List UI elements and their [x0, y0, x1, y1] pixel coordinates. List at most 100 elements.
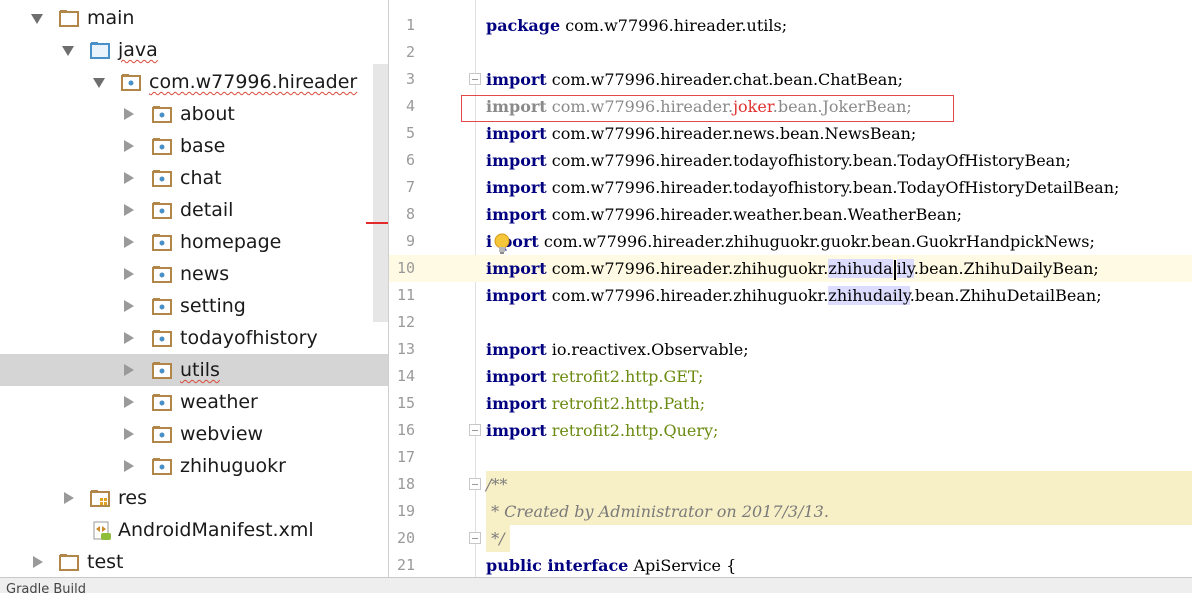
- fold-icon[interactable]: [469, 424, 481, 436]
- tree-node-label: setting: [180, 295, 246, 317]
- tree-node-utils[interactable]: utils: [0, 354, 388, 386]
- code-line-current[interactable]: 10 import com.w77996.hireader.zhihuguokr…: [389, 255, 1192, 282]
- fold-icon[interactable]: [469, 73, 481, 85]
- gradle-build-label[interactable]: Gradle Build: [6, 582, 86, 593]
- code-line[interactable]: 8 import com.w77996.hireader.weather.bea…: [389, 201, 1192, 228]
- chevron-right-icon[interactable]: [121, 386, 135, 418]
- chevron-right-icon[interactable]: [121, 226, 135, 258]
- tree-node-label: news: [180, 263, 230, 285]
- code-text: .bean.ZhihuDailyBean;: [913, 259, 1099, 278]
- code-line[interactable]: 15 import retrofit2.http.Path;: [389, 390, 1192, 417]
- tree-node-homepage[interactable]: homepage: [0, 226, 388, 258]
- package-icon: [152, 265, 172, 283]
- chevron-down-icon[interactable]: [61, 34, 75, 66]
- chevron-right-icon[interactable]: [121, 162, 135, 194]
- line-number: 5: [405, 124, 415, 142]
- code-text: com.w77996.hireader.news.bean.NewsBean;: [546, 124, 917, 143]
- keyword: public interface: [486, 556, 629, 575]
- tree-node-about[interactable]: about: [0, 98, 388, 130]
- package-icon: [152, 425, 172, 443]
- keyword: import: [486, 124, 547, 143]
- tree-scrollbar[interactable]: [373, 64, 388, 322]
- chevron-right-icon[interactable]: [121, 450, 135, 482]
- code-line[interactable]: 12: [389, 309, 1192, 336]
- line-number: 1: [405, 16, 415, 34]
- chevron-right-icon[interactable]: [121, 98, 135, 130]
- code-line[interactable]: 5 import com.w77996.hireader.news.bean.N…: [389, 120, 1192, 147]
- line-number: 2: [405, 43, 415, 61]
- keyword: i: [486, 232, 493, 251]
- code-line[interactable]: 17: [389, 444, 1192, 471]
- tree-node-main[interactable]: main: [0, 2, 388, 34]
- manifest-file-icon: [92, 521, 112, 540]
- tree-node-base[interactable]: base: [0, 130, 388, 162]
- tree-node-news[interactable]: news: [0, 258, 388, 290]
- code-line[interactable]: 18 /**: [389, 471, 1192, 498]
- chevron-right-icon[interactable]: [121, 354, 135, 386]
- code-text: retrofit2.http.Path;: [546, 394, 706, 413]
- line-number: 9: [405, 232, 415, 250]
- keyword: import: [486, 367, 547, 386]
- chevron-right-icon[interactable]: [121, 258, 135, 290]
- chevron-right-icon[interactable]: [121, 290, 135, 322]
- code-line[interactable]: 13 import io.reactivex.Observable;: [389, 336, 1192, 363]
- keyword: import: [486, 70, 547, 89]
- tree-node-label: homepage: [180, 231, 282, 253]
- code-text: com.w77996.hireader.todayofhistory.bean.…: [546, 151, 1071, 170]
- chevron-down-icon[interactable]: [92, 66, 106, 98]
- code-line[interactable]: 2: [389, 39, 1192, 66]
- tree-node-android-manifest[interactable]: AndroidManifest.xml: [0, 514, 388, 546]
- tree-node-todayofhistory[interactable]: todayofhistory: [0, 322, 388, 354]
- code-text: com.w77996.hireader.utils;: [560, 16, 788, 35]
- tree-node-label: about: [180, 103, 235, 125]
- tree-node-label: todayofhistory: [180, 327, 318, 349]
- keyword: import: [486, 178, 547, 197]
- tree-node-label: res: [118, 487, 147, 509]
- tree-node-test[interactable]: test: [0, 546, 388, 578]
- tree-node-detail[interactable]: detail: [0, 194, 388, 226]
- tree-node-root-package[interactable]: com.w77996.hireader: [0, 66, 388, 98]
- code-line[interactable]: 20 */: [389, 525, 1192, 552]
- tree-node-zhihuguokr[interactable]: zhihuguokr: [0, 450, 388, 482]
- code-line[interactable]: 3 import com.w77996.hireader.chat.bean.C…: [389, 66, 1192, 93]
- tree-node-chat[interactable]: chat: [0, 162, 388, 194]
- chevron-right-icon[interactable]: [121, 130, 135, 162]
- tree-node-setting[interactable]: setting: [0, 290, 388, 322]
- line-number: 21: [396, 556, 415, 574]
- chevron-right-icon[interactable]: [30, 546, 44, 578]
- chevron-right-icon[interactable]: [121, 194, 135, 226]
- code-editor[interactable]: 1 package com.w77996.hireader.utils; 2 3…: [388, 0, 1192, 577]
- code-text: com.w77996.hireader.zhihuguokr.guokr.bea…: [538, 232, 1095, 251]
- tree-node-label: utils: [180, 359, 220, 381]
- line-number: 12: [396, 313, 415, 331]
- code-line[interactable]: 7 import com.w77996.hireader.todayofhist…: [389, 174, 1192, 201]
- code-line[interactable]: 16 import retrofit2.http.Query;: [389, 417, 1192, 444]
- lightbulb-icon[interactable]: [493, 233, 511, 255]
- package-icon: [152, 361, 172, 379]
- chevron-right-icon[interactable]: [61, 482, 75, 514]
- chevron-right-icon[interactable]: [121, 418, 135, 450]
- tree-node-label: chat: [180, 167, 222, 189]
- code-line[interactable]: 14 import retrofit2.http.GET;: [389, 363, 1192, 390]
- chevron-down-icon[interactable]: [30, 2, 44, 34]
- tree-node-webview[interactable]: webview: [0, 418, 388, 450]
- fold-icon[interactable]: [469, 478, 481, 490]
- package-icon: [152, 201, 172, 219]
- tree-node-res[interactable]: res: [0, 482, 388, 514]
- code-line[interactable]: 1 package com.w77996.hireader.utils;: [389, 12, 1192, 39]
- fold-icon[interactable]: [469, 532, 481, 544]
- code-line[interactable]: 21 public interface ApiService {: [389, 552, 1192, 577]
- chevron-right-icon[interactable]: [121, 322, 135, 354]
- code-line[interactable]: 6 import com.w77996.hireader.todayofhist…: [389, 147, 1192, 174]
- code-text: ApiService {: [628, 556, 737, 575]
- tree-node-java[interactable]: java: [0, 34, 388, 66]
- tree-node-weather[interactable]: weather: [0, 386, 388, 418]
- code-text: com.w77996.hireader.weather.bean.Weather…: [546, 205, 963, 224]
- package-icon: [152, 169, 172, 187]
- keyword: import: [486, 151, 547, 170]
- code-line[interactable]: 19 * Created by Administrator on 2017/3/…: [389, 498, 1192, 525]
- code-text: .bean.ZhihuDetailBean;: [909, 286, 1102, 305]
- code-line[interactable]: 11 import com.w77996.hireader.zhihuguokr…: [389, 282, 1192, 309]
- package-icon: [152, 329, 172, 347]
- line-number: 16: [396, 421, 415, 439]
